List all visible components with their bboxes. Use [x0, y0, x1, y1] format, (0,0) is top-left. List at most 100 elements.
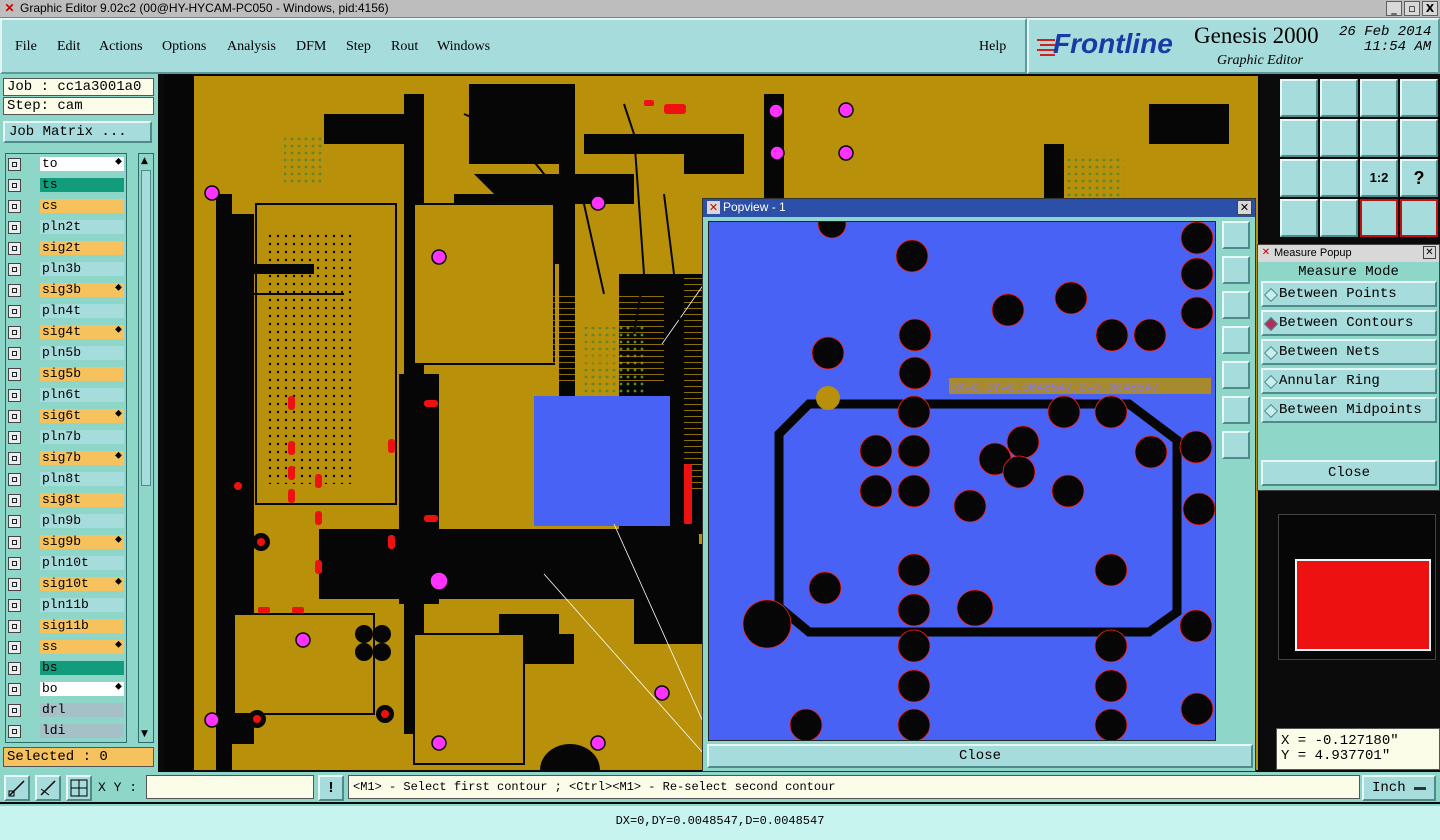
layer-row[interactable]: sig11b [6, 618, 126, 634]
zoom-center-icon[interactable] [1320, 159, 1358, 197]
layer-red-alt-icon[interactable] [1400, 199, 1438, 237]
layer-row[interactable]: ss ⬥ [6, 639, 126, 655]
layer-name[interactable]: sig3b [40, 283, 124, 297]
grid-snap-icon[interactable] [66, 775, 92, 801]
layer-row[interactable]: ts [6, 177, 126, 193]
menu-options[interactable]: Options [162, 39, 206, 55]
popview-titlebar[interactable]: ✕ Popview - 1 ✕ [703, 199, 1255, 217]
layer-checkbox[interactable] [8, 725, 21, 738]
scroll-up-icon[interactable]: ▲ [141, 156, 151, 166]
layer-row[interactable]: sig7b ⬥ [6, 450, 126, 466]
layer-row[interactable]: pln7b [6, 429, 126, 445]
layer-row[interactable]: sig4t ⬥ [6, 324, 126, 340]
layer-name[interactable]: sig6t [40, 409, 124, 423]
layer-checkbox[interactable] [8, 431, 21, 444]
layer-checkbox[interactable] [8, 389, 21, 402]
overview-map[interactable] [1278, 514, 1436, 660]
layer-row[interactable]: ldi [6, 723, 126, 739]
layer-name[interactable]: bs [40, 661, 124, 675]
layer-name[interactable]: sig9b [40, 535, 124, 549]
popview-close-icon[interactable]: ✕ [1237, 200, 1252, 215]
layer-checkbox[interactable] [8, 305, 21, 318]
menu-help[interactable]: Help [979, 39, 1006, 55]
layer-row[interactable]: sig2t [6, 240, 126, 256]
layer-checkbox[interactable] [8, 536, 21, 549]
layer-name[interactable]: pln9b [40, 514, 124, 528]
layer-name[interactable]: sig10t [40, 577, 124, 591]
layer-row[interactable]: pln10t [6, 555, 126, 571]
layer-name[interactable]: pln6t [40, 388, 124, 402]
popview-pan-down-icon[interactable] [1222, 291, 1250, 319]
layer-checkbox[interactable] [8, 641, 21, 654]
measure-close-button[interactable]: Close [1261, 460, 1437, 486]
menu-actions[interactable]: Actions [99, 39, 143, 55]
layer-checkbox[interactable] [8, 599, 21, 612]
layer-checkbox[interactable] [8, 494, 21, 507]
layer-name[interactable]: pln11b [40, 598, 124, 612]
popview-close-button[interactable]: Close [707, 744, 1253, 768]
layer-name[interactable]: ts [40, 178, 124, 192]
layer-checkbox[interactable] [8, 452, 21, 465]
layer-name[interactable]: sig8t [40, 493, 124, 507]
layer-name[interactable]: ldi [40, 724, 124, 738]
layer-row[interactable]: pln11b [6, 597, 126, 613]
pan-down-icon[interactable] [1320, 79, 1358, 117]
tools-icon[interactable] [1280, 199, 1318, 237]
layer-list-scrollbar[interactable]: ▲ ▼ [138, 153, 154, 743]
layer-checkbox[interactable] [8, 368, 21, 381]
mode-between-midpoints[interactable]: Between Midpoints [1261, 397, 1437, 423]
layer-red-icon[interactable] [1360, 199, 1398, 237]
minimize-button[interactable]: _ [1386, 1, 1402, 16]
layer-checkbox[interactable] [8, 263, 21, 276]
layer-checkbox[interactable] [8, 704, 21, 717]
window-icon[interactable] [1400, 79, 1438, 117]
layer-row[interactable]: bs [6, 660, 126, 676]
zoom-1-2-icon[interactable]: 1:2 [1360, 159, 1398, 197]
layer-name[interactable]: pln4t [40, 304, 124, 318]
layer-checkbox[interactable] [8, 179, 21, 192]
layer-name[interactable]: sig4t [40, 325, 124, 339]
home-icon[interactable] [1360, 79, 1398, 117]
mode-between-nets[interactable]: Between Nets [1261, 339, 1437, 365]
layer-row[interactable]: cs [6, 198, 126, 214]
layer-name[interactable]: pln7b [40, 430, 124, 444]
layer-name[interactable]: pln5b [40, 346, 124, 360]
layer-checkbox[interactable] [8, 347, 21, 360]
layer-row[interactable]: pln2t [6, 219, 126, 235]
layer-name[interactable]: to [40, 157, 124, 171]
redraw-icon[interactable] [1360, 119, 1398, 157]
zoom-fit-icon[interactable] [1280, 159, 1318, 197]
layer-row[interactable]: sig6t ⬥ [6, 408, 126, 424]
layer-row[interactable]: sig8t [6, 492, 126, 508]
layer-name[interactable]: pln10t [40, 556, 124, 570]
layer-checkbox[interactable] [8, 410, 21, 423]
layer-name[interactable]: bo [40, 682, 124, 696]
layer-checkbox[interactable] [8, 620, 21, 633]
menu-file[interactable]: File [15, 39, 37, 55]
menu-rout[interactable]: Rout [391, 39, 418, 55]
layer-name[interactable]: sig2t [40, 241, 124, 255]
popview-zoom-fit-icon[interactable] [1222, 221, 1250, 249]
layer-row[interactable]: pln4t [6, 303, 126, 319]
layer-row[interactable]: drl [6, 702, 126, 718]
warning-icon[interactable]: ! [318, 775, 344, 801]
layer-row[interactable]: bo ⬥ [6, 681, 126, 697]
zoom-home-icon[interactable] [1280, 79, 1318, 117]
close-window-button[interactable]: X [1422, 1, 1438, 16]
layer-name[interactable]: pln2t [40, 220, 124, 234]
layer-checkbox[interactable] [8, 242, 21, 255]
layer-row[interactable]: pln8t [6, 471, 126, 487]
menu-step[interactable]: Step [346, 39, 371, 55]
popview-pan-up-icon[interactable] [1222, 256, 1250, 284]
grid-icon[interactable] [1320, 199, 1358, 237]
layer-checkbox[interactable] [8, 158, 21, 171]
layer-name[interactable]: pln3b [40, 262, 124, 276]
layer-checkbox[interactable] [8, 662, 21, 675]
layer-row[interactable]: sig9b ⬥ [6, 534, 126, 550]
layer-checkbox[interactable] [8, 284, 21, 297]
layer-row[interactable]: pln6t [6, 387, 126, 403]
layer-checkbox[interactable] [8, 326, 21, 339]
snake-icon[interactable] [1400, 119, 1438, 157]
layer-list[interactable]: to ⬥ ts cs pln2t sig2t pln3b sig3b ⬥ pln4t sig4t ⬥ p… [5, 153, 127, 743]
layer-checkbox[interactable] [8, 200, 21, 213]
